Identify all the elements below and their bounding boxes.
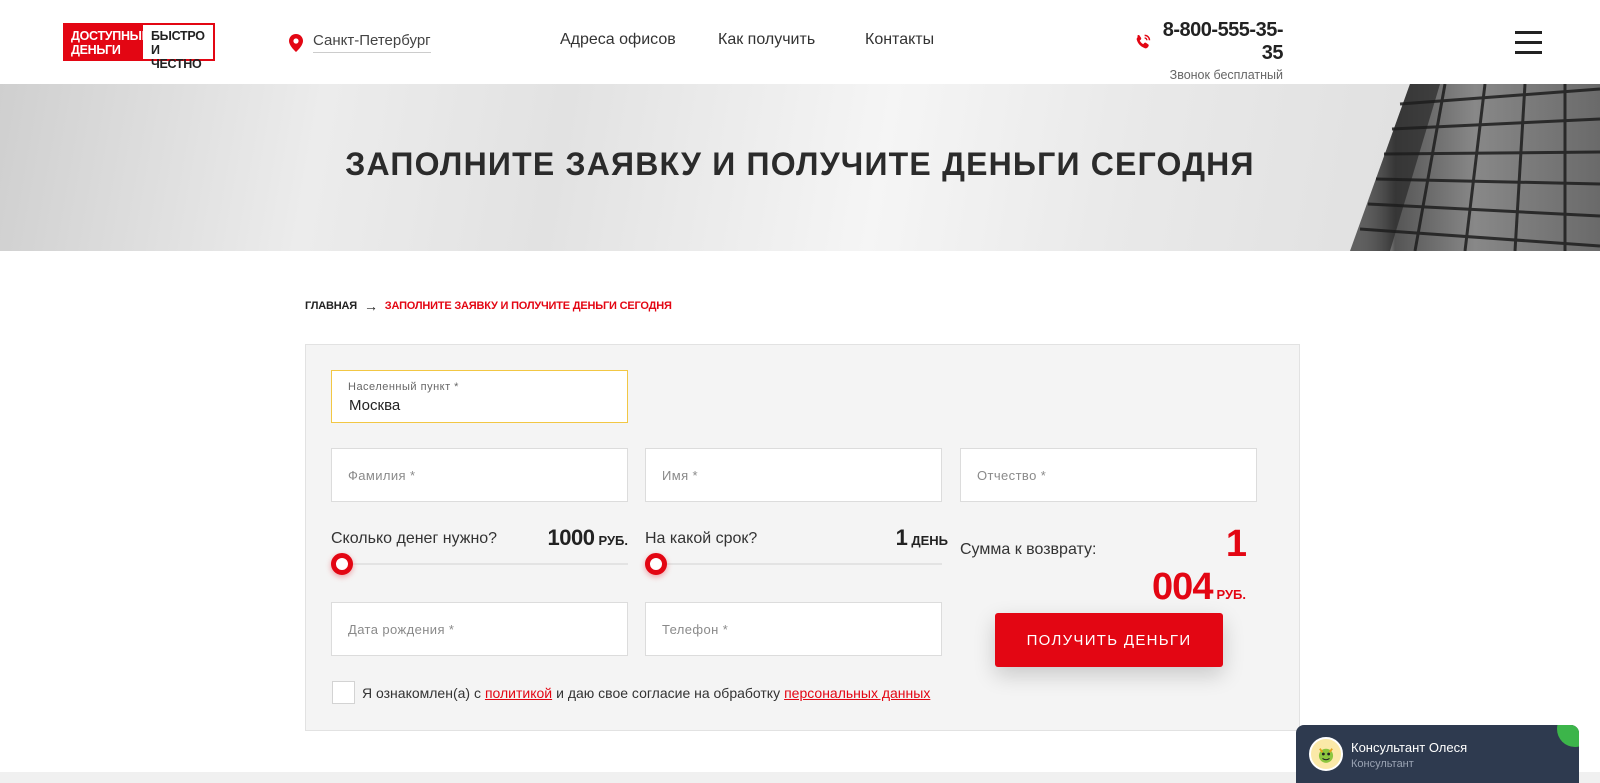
birthdate-placeholder: Дата рождения * xyxy=(348,622,455,637)
settlement-field-value: Москва xyxy=(349,397,401,414)
return-sum-unit: РУБ. xyxy=(1216,587,1246,602)
hamburger-line xyxy=(1515,31,1542,34)
city-name[interactable]: Санкт-Петербург xyxy=(313,32,431,53)
logo-text: И ЧЕСТНО xyxy=(151,43,202,71)
term-label: На какой срок? xyxy=(645,530,758,547)
page-title: ЗАПОЛНИТЕ ЗАЯВКУ И ПОЛУЧИТЕ ДЕНЬГИ СЕГОД… xyxy=(345,146,1255,182)
amount-slider-track[interactable] xyxy=(331,563,628,565)
name-input[interactable]: Имя * xyxy=(645,448,942,502)
breadcrumb: ГЛАВНАЯ → ЗАПОЛНИТЕ ЗАЯВКУ И ПОЛУЧИТЕ ДЕ… xyxy=(305,298,672,314)
term-value: 1 ДЕНЬ xyxy=(826,525,948,551)
consent-checkbox[interactable] xyxy=(332,681,355,704)
city-selector[interactable]: Санкт-Петербург xyxy=(288,32,431,53)
return-sum-label: Сумма к возврату: xyxy=(960,541,1097,558)
logo-text: ДОСТУПНЫЕ xyxy=(71,29,150,43)
phone-link[interactable]: 8-800-555-35-35 xyxy=(1134,19,1284,65)
nav-office-addresses[interactable]: Адреса офисов xyxy=(560,31,676,49)
logo-text: ДЕНЬГИ xyxy=(71,43,121,57)
amount-number: 1000 xyxy=(547,525,595,550)
birthdate-input[interactable]: Дата рождения * xyxy=(331,602,628,656)
name-placeholder: Имя * xyxy=(662,468,698,483)
logo-right-block: БЫСТРО И ЧЕСТНО xyxy=(143,25,213,71)
logo[interactable]: ДОСТУПНЫЕ ДЕНЬГИ БЫСТРО И ЧЕСТНО xyxy=(63,23,215,71)
amount-value: 1000 РУБ. xyxy=(506,525,629,551)
consent-row: Я ознакомлен(а) с политикой и даю свое с… xyxy=(332,681,934,704)
breadcrumb-current: ЗАПОЛНИТЕ ЗАЯВКУ И ПОЛУЧИТЕ ДЕНЬГИ СЕГОД… xyxy=(384,300,672,312)
patronymic-placeholder: Отчество * xyxy=(977,468,1047,483)
surname-input[interactable]: Фамилия * xyxy=(331,448,628,502)
amount-slider-thumb[interactable] xyxy=(331,553,353,575)
term-unit: ДЕНЬ xyxy=(911,533,948,548)
phone-input[interactable]: Телефон * xyxy=(645,602,942,656)
surname-placeholder: Фамилия * xyxy=(348,468,416,483)
phone-placeholder: Телефон * xyxy=(662,622,729,637)
menu-hamburger-icon[interactable] xyxy=(1515,31,1542,57)
term-number: 1 xyxy=(895,525,908,550)
hero-banner: ЗАПОЛНИТЕ ЗАЯВКУ И ПОЛУЧИТЕ ДЕНЬГИ СЕГОД… xyxy=(0,84,1600,251)
nav-contacts[interactable]: Контакты xyxy=(865,31,934,49)
policy-link[interactable]: политикой xyxy=(485,685,552,701)
consent-text: и даю свое согласие на обработку xyxy=(556,684,781,701)
nav-how-to-get[interactable]: Как получить xyxy=(718,31,815,49)
phone-number-text: 8-800-555-35-35 xyxy=(1162,19,1284,64)
application-form: Населенный пункт * Москва Фамилия * Имя … xyxy=(305,344,1300,731)
consultant-avatar xyxy=(1309,737,1343,771)
chat-widget[interactable]: Консультант Олеся Консультант xyxy=(1296,725,1579,783)
consultant-role: Консультант xyxy=(1351,758,1414,770)
logo-left-block: ДОСТУПНЫЕ ДЕНЬГИ xyxy=(65,25,150,59)
return-sum-value: 1 004 РУБ. xyxy=(1126,523,1247,609)
phone-note: Звонок бесплатный xyxy=(1169,68,1283,82)
term-slider-track[interactable] xyxy=(645,563,942,565)
phone-block: 8-800-555-35-35 Звонок бесплатный xyxy=(1134,19,1284,82)
hamburger-line xyxy=(1515,41,1542,44)
logo-text: БЫСТРО xyxy=(151,29,205,43)
term-slider-thumb[interactable] xyxy=(645,553,667,575)
get-money-button[interactable]: ПОЛУЧИТЬ ДЕНЬГИ xyxy=(995,613,1223,667)
hamburger-line xyxy=(1515,51,1542,54)
consent-text: Я ознакомлен(а) с xyxy=(362,684,481,701)
amount-label: Сколько денег нужно? xyxy=(331,530,498,547)
online-indicator xyxy=(1557,725,1579,747)
amount-unit: РУБ. xyxy=(598,533,628,548)
location-pin-icon xyxy=(289,33,303,52)
consultant-name: Консультант Олеся xyxy=(1351,740,1468,755)
site-header: ДОСТУПНЫЕ ДЕНЬГИ БЫСТРО И ЧЕСТНО Санкт-П… xyxy=(0,0,1600,84)
breadcrumb-arrow-icon: → xyxy=(363,298,378,314)
breadcrumb-home-link[interactable]: ГЛАВНАЯ xyxy=(305,300,357,312)
phone-icon xyxy=(1136,34,1151,49)
personal-data-link[interactable]: персональных данных xyxy=(784,685,930,701)
settlement-field-label: Населенный пункт * xyxy=(348,381,459,393)
patronymic-input[interactable]: Отчество * xyxy=(960,448,1257,502)
settlement-field[interactable]: Населенный пункт * Москва xyxy=(331,370,628,423)
